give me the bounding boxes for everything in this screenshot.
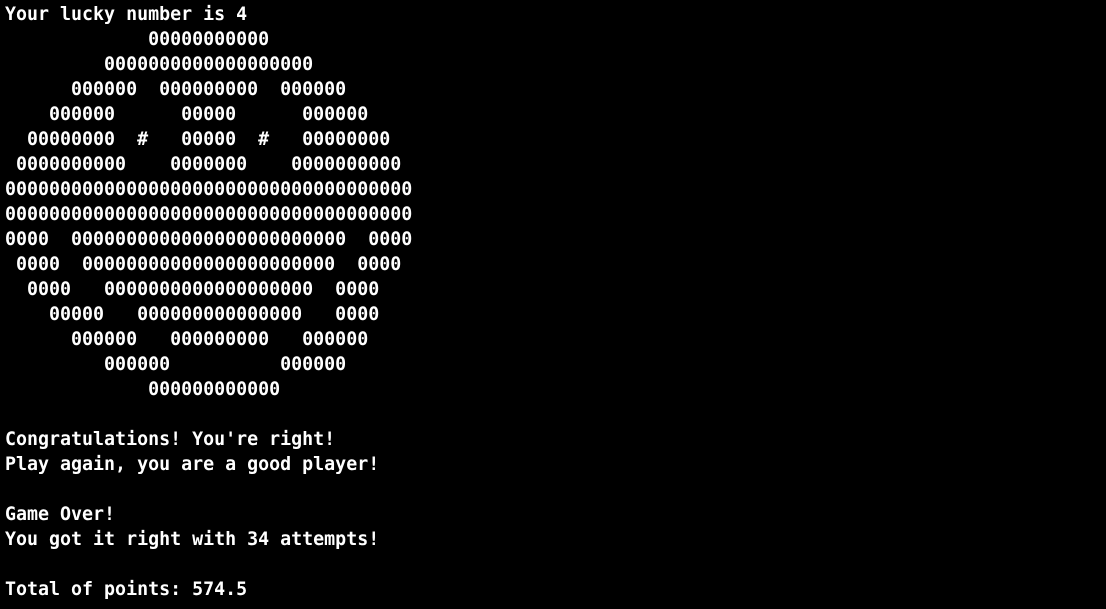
ascii-art-line: 000000 000000 bbox=[5, 354, 347, 375]
ascii-art-line: 0000000000000000000000000000000000000 bbox=[5, 204, 413, 225]
ascii-art-line: 000000 00000 000000 bbox=[5, 104, 369, 125]
lucky-number-line: Your lucky number is 4 bbox=[5, 4, 248, 25]
game-over-line: Game Over! bbox=[5, 504, 116, 525]
ascii-art-line: 00000 000000000000000 0000 bbox=[5, 304, 380, 325]
ascii-art-line: 000000000000 bbox=[5, 379, 281, 400]
ascii-art-line: 0000000000000000000 bbox=[5, 54, 314, 75]
ascii-art-line: 0000000000 0000000 0000000000 bbox=[5, 154, 402, 175]
ascii-art-line: 0000 00000000000000000000000 0000 bbox=[5, 254, 402, 275]
ascii-art-line: 000000 000000000 000000 bbox=[5, 79, 347, 100]
play-again-line: Play again, you are a good player! bbox=[5, 454, 380, 475]
ascii-art-line: 00000000000 bbox=[5, 29, 270, 50]
congratulations-line: Congratulations! You're right! bbox=[5, 429, 336, 450]
ascii-art-line: 0000 0000000000000000000000000 0000 bbox=[5, 229, 413, 250]
total-points-line: Total of points: 574.5 bbox=[5, 579, 248, 600]
ascii-art-line: 00000000 # 00000 # 00000000 bbox=[5, 129, 391, 150]
ascii-art-line: 0000000000000000000000000000000000000 bbox=[5, 179, 413, 200]
ascii-art-line: 0000 0000000000000000000 0000 bbox=[5, 279, 380, 300]
terminal-window[interactable]: Your lucky number is 4 00000000000 00000… bbox=[0, 0, 1106, 609]
ascii-art-line: 000000 000000000 000000 bbox=[5, 329, 369, 350]
attempts-line: You got it right with 34 attempts! bbox=[5, 529, 380, 550]
